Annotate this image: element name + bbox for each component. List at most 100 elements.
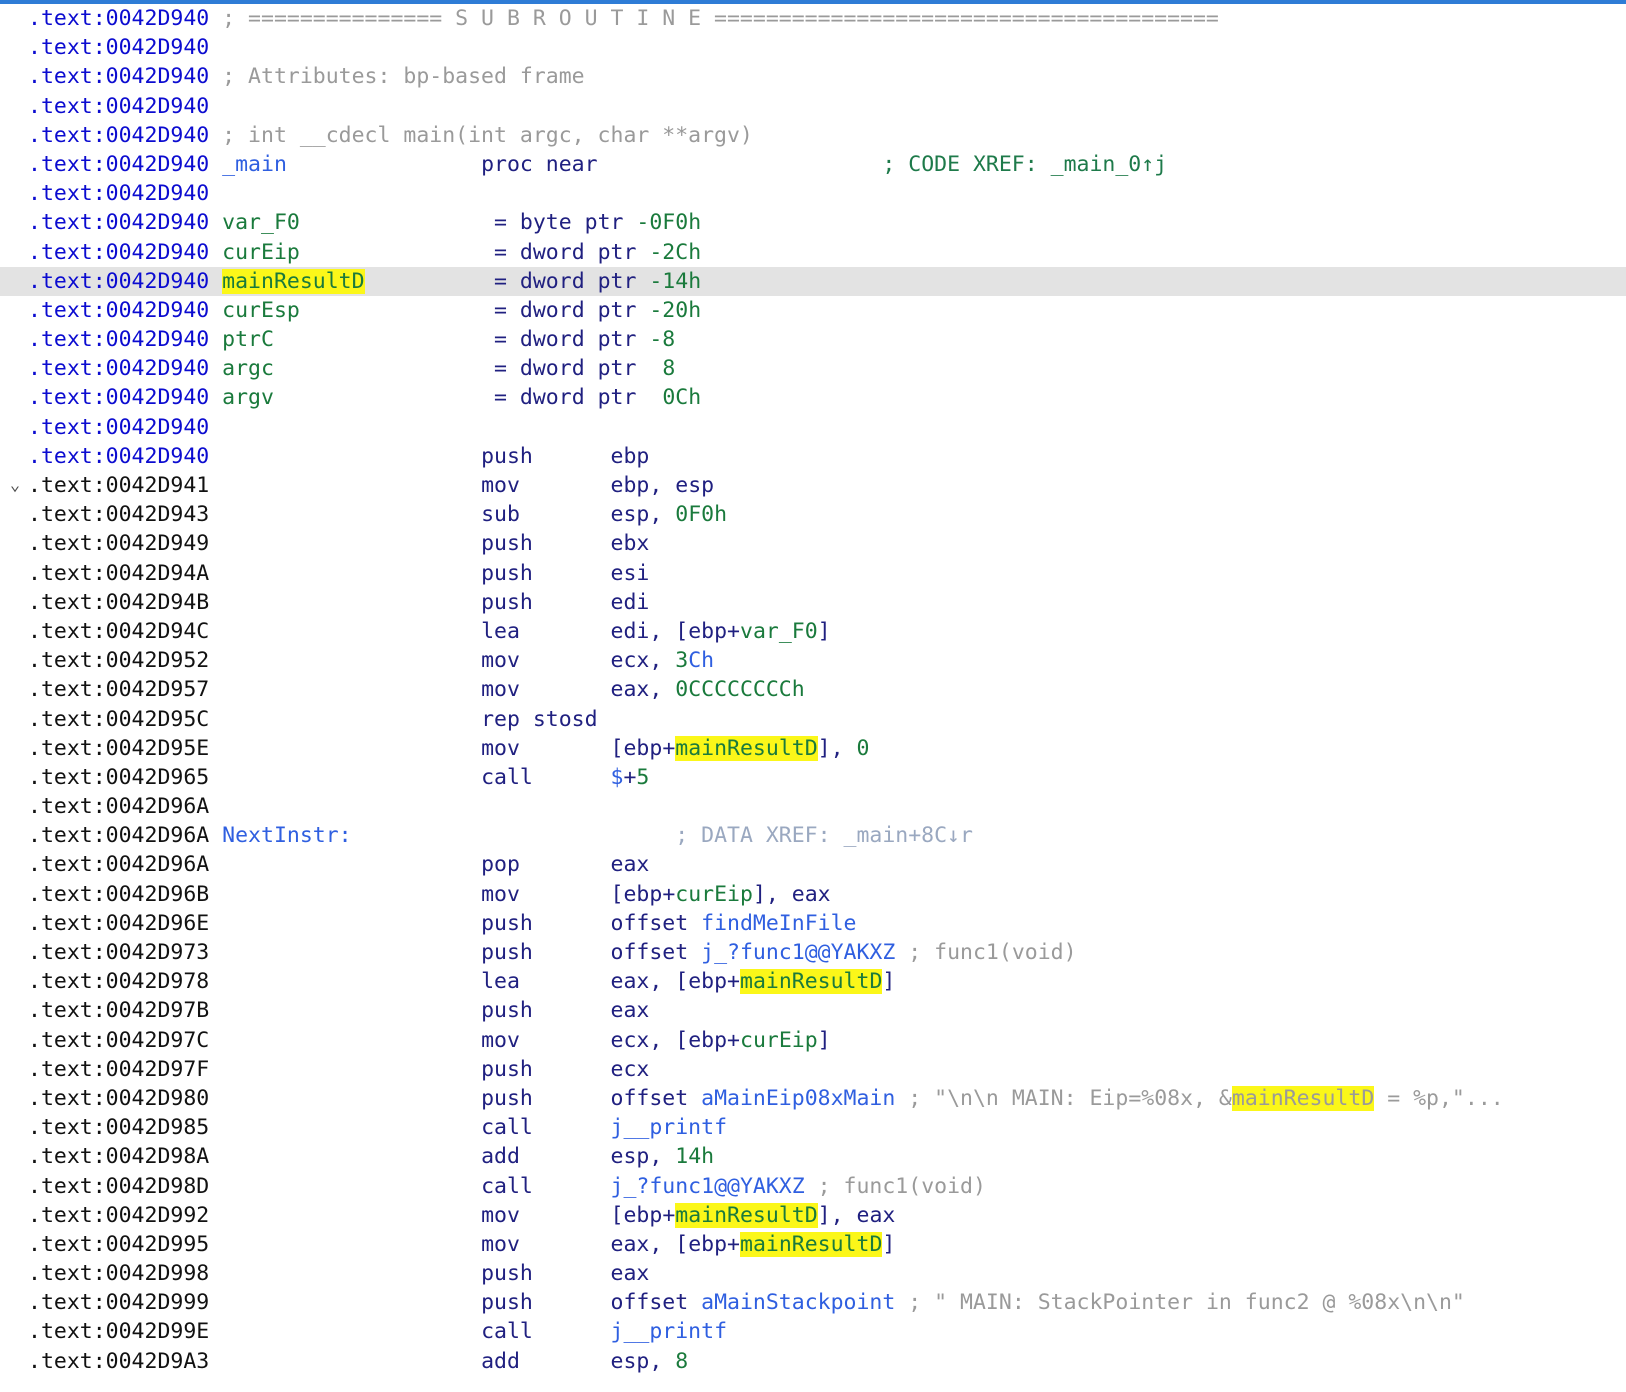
disassembly-line[interactable]: .text:0042D95C rep stosd: [0, 705, 1626, 734]
disassembly-line[interactable]: ⌄ .text:0042D941 mov ebp, esp: [0, 471, 1626, 500]
disassembly-line[interactable]: .text:0042D940 argc = dword ptr 8: [0, 354, 1626, 383]
disassembly-line[interactable]: .text:0042D94B push edi: [0, 588, 1626, 617]
disassembly-line[interactable]: .text:0042D9A3 add esp, 8: [0, 1347, 1626, 1376]
gutter-spacer: [4, 850, 26, 879]
disassembly-line[interactable]: .text:0042D957 mov eax, 0CCCCCCCCh: [0, 675, 1626, 704]
disassembly-line[interactable]: .text:0042D940 ptrC = dword ptr -8: [0, 325, 1626, 354]
disassembly-line[interactable]: .text:0042D940 curEsp = dword ptr -20h: [0, 296, 1626, 325]
operands[interactable]: esp, 0F0h: [611, 502, 728, 527]
operands[interactable]: eax: [611, 998, 650, 1023]
operands[interactable]: [ebp+curEip], eax: [611, 882, 831, 907]
code-xref-comment[interactable]: ; CODE XREF: _main_0↑j: [882, 152, 1167, 177]
operands[interactable]: eax, [ebp+mainResultD]: [611, 1231, 895, 1257]
repeatable-comment[interactable]: ; " MAIN: StackPointer in func2 @ %08x\n…: [908, 1290, 1465, 1315]
stack-variable-name[interactable]: var_F0: [222, 210, 300, 235]
operands[interactable]: eax, 0CCCCCCCCh: [611, 677, 805, 702]
operands[interactable]: [ebp+mainResultD], eax: [611, 1202, 895, 1228]
code-label[interactable]: NextInstr:: [222, 823, 351, 848]
disassembly-line[interactable]: .text:0042D965 call $+5: [0, 763, 1626, 792]
disassembly-line[interactable]: .text:0042D998 push eax: [0, 1259, 1626, 1288]
disassembly-line[interactable]: .text:0042D96A pop eax: [0, 850, 1626, 879]
operands[interactable]: esp, 14h: [611, 1144, 715, 1169]
disassembly-line[interactable]: .text:0042D940 curEip = dword ptr -2Ch: [0, 238, 1626, 267]
disassembly-line[interactable]: .text:0042D940: [0, 413, 1626, 442]
disassembly-line[interactable]: .text:0042D940 ; Attributes: bp-based fr…: [0, 62, 1626, 91]
disassembly-line[interactable]: .text:0042D985 call j__printf: [0, 1113, 1626, 1142]
chevron-down-icon[interactable]: ⌄: [4, 471, 26, 500]
operands[interactable]: offset findMeInFile: [611, 911, 857, 936]
line-address: .text:0042D99E: [28, 1319, 223, 1345]
operands[interactable]: offset aMainEip08xMain: [611, 1086, 896, 1111]
disassembly-line[interactable]: .text:0042D952 mov ecx, 3Ch: [0, 646, 1626, 675]
operands[interactable]: j__printf: [611, 1115, 728, 1140]
operands[interactable]: edi: [611, 590, 650, 615]
disassembly-line[interactable]: .text:0042D995 mov eax, [ebp+mainResultD…: [0, 1230, 1626, 1259]
operands[interactable]: esi: [611, 561, 650, 586]
stack-variable-name[interactable]: curEip: [222, 240, 300, 265]
repeatable-comment[interactable]: ; func1(void): [908, 940, 1076, 965]
disassembly-line[interactable]: .text:0042D96A: [0, 792, 1626, 821]
operands[interactable]: edi, [ebp+var_F0]: [611, 619, 831, 644]
disassembly-line[interactable]: .text:0042D98A add esp, 14h: [0, 1142, 1626, 1171]
disassembly-line[interactable]: .text:0042D978 lea eax, [ebp+mainResultD…: [0, 967, 1626, 996]
disassembly-line[interactable]: .text:0042D98D call j_?func1@@YAKXZ ; fu…: [0, 1172, 1626, 1201]
stack-variable-name[interactable]: argv: [222, 385, 274, 410]
disassembly-line[interactable]: .text:0042D949 push ebx: [0, 529, 1626, 558]
stack-variable-name[interactable]: curEsp: [222, 298, 300, 323]
highlighted-identifier[interactable]: mainResultD: [740, 969, 883, 995]
disassembly-line[interactable]: .text:0042D940 ; =============== S U B R…: [0, 4, 1626, 33]
stack-variable-name[interactable]: ptrC: [222, 327, 274, 352]
operands[interactable]: $+5: [611, 765, 650, 790]
disassembly-line[interactable]: .text:0042D96E push offset findMeInFile: [0, 909, 1626, 938]
stack-variable-name[interactable]: argc: [222, 356, 274, 381]
disassembly-line[interactable]: .text:0042D940 _main proc near ; CODE XR…: [0, 150, 1626, 179]
disassembly-view[interactable]: .text:0042D940 ; =============== S U B R…: [0, 0, 1626, 1392]
highlighted-identifier[interactable]: mainResultD: [675, 735, 818, 761]
operands[interactable]: ecx: [611, 1057, 650, 1082]
disassembly-line[interactable]: .text:0042D96A NextInstr: ; DATA XREF: _…: [0, 821, 1626, 850]
repeatable-comment[interactable]: ; "\n\n MAIN: Eip=%08x, &mainResultD = %…: [908, 1085, 1504, 1111]
disassembly-line[interactable]: .text:0042D94C lea edi, [ebp+var_F0]: [0, 617, 1626, 646]
operands[interactable]: ebp: [611, 444, 650, 469]
operands[interactable]: eax: [611, 852, 650, 877]
disassembly-line[interactable]: .text:0042D97C mov ecx, [ebp+curEip]: [0, 1026, 1626, 1055]
disassembly-line[interactable]: .text:0042D973 push offset j_?func1@@YAK…: [0, 938, 1626, 967]
operands[interactable]: j__printf: [611, 1319, 728, 1344]
disassembly-line[interactable]: .text:0042D940 push ebp: [0, 442, 1626, 471]
disassembly-line[interactable]: .text:0042D940 var_F0 = byte ptr -0F0h: [0, 208, 1626, 237]
disassembly-line[interactable]: .text:0042D96B mov [ebp+curEip], eax: [0, 880, 1626, 909]
disassembly-line[interactable]: .text:0042D940 ; int __cdecl main(int ar…: [0, 121, 1626, 150]
operands[interactable]: esp, 8: [611, 1349, 689, 1374]
operands[interactable]: [ebp+mainResultD], 0: [611, 735, 869, 761]
disassembly-line[interactable]: .text:0042D940 argv = dword ptr 0Ch: [0, 383, 1626, 412]
operands[interactable]: offset aMainStackpoint: [611, 1290, 896, 1315]
operands[interactable]: j_?func1@@YAKXZ: [611, 1174, 805, 1199]
operands[interactable]: ecx, 3Ch: [611, 648, 715, 673]
disassembly-line[interactable]: .text:0042D97B push eax: [0, 996, 1626, 1025]
disassembly-line[interactable]: .text:0042D992 mov [ebp+mainResultD], ea…: [0, 1201, 1626, 1230]
disassembly-line[interactable]: .text:0042D94A push esi: [0, 559, 1626, 588]
operands[interactable]: eax, [ebp+mainResultD]: [611, 969, 895, 995]
disassembly-line[interactable]: .text:0042D940: [0, 33, 1626, 62]
disassembly-line[interactable]: .text:0042D95E mov [ebp+mainResultD], 0: [0, 734, 1626, 763]
disassembly-line[interactable]: .text:0042D940: [0, 92, 1626, 121]
operands[interactable]: offset j_?func1@@YAKXZ: [611, 940, 896, 965]
operands[interactable]: ebp, esp: [611, 473, 715, 498]
operands[interactable]: eax: [611, 1261, 650, 1286]
highlighted-identifier[interactable]: mainResultD: [1231, 1085, 1375, 1111]
data-xref-comment[interactable]: ; DATA XREF: _main+8C↓r: [675, 823, 973, 848]
disassembly-line[interactable]: .text:0042D999 push offset aMainStackpoi…: [0, 1288, 1626, 1317]
disassembly-line[interactable]: .text:0042D97F push ecx: [0, 1055, 1626, 1084]
operands[interactable]: ecx, [ebp+curEip]: [611, 1028, 831, 1053]
disassembly-line[interactable]: .text:0042D980 push offset aMainEip08xMa…: [0, 1084, 1626, 1113]
disassembly-line[interactable]: .text:0042D943 sub esp, 0F0h: [0, 500, 1626, 529]
disassembly-line[interactable]: .text:0042D940 mainResultD = dword ptr -…: [0, 266, 1626, 296]
highlighted-identifier[interactable]: mainResultD: [740, 1231, 883, 1257]
function-name[interactable]: _main: [222, 152, 287, 177]
highlighted-identifier[interactable]: mainResultD: [675, 1202, 818, 1228]
highlighted-identifier[interactable]: mainResultD: [222, 268, 365, 294]
repeatable-comment[interactable]: ; func1(void): [818, 1174, 986, 1199]
disassembly-line[interactable]: .text:0042D940: [0, 179, 1626, 208]
disassembly-line[interactable]: .text:0042D99E call j__printf: [0, 1317, 1626, 1346]
operands[interactable]: ebx: [611, 531, 650, 556]
